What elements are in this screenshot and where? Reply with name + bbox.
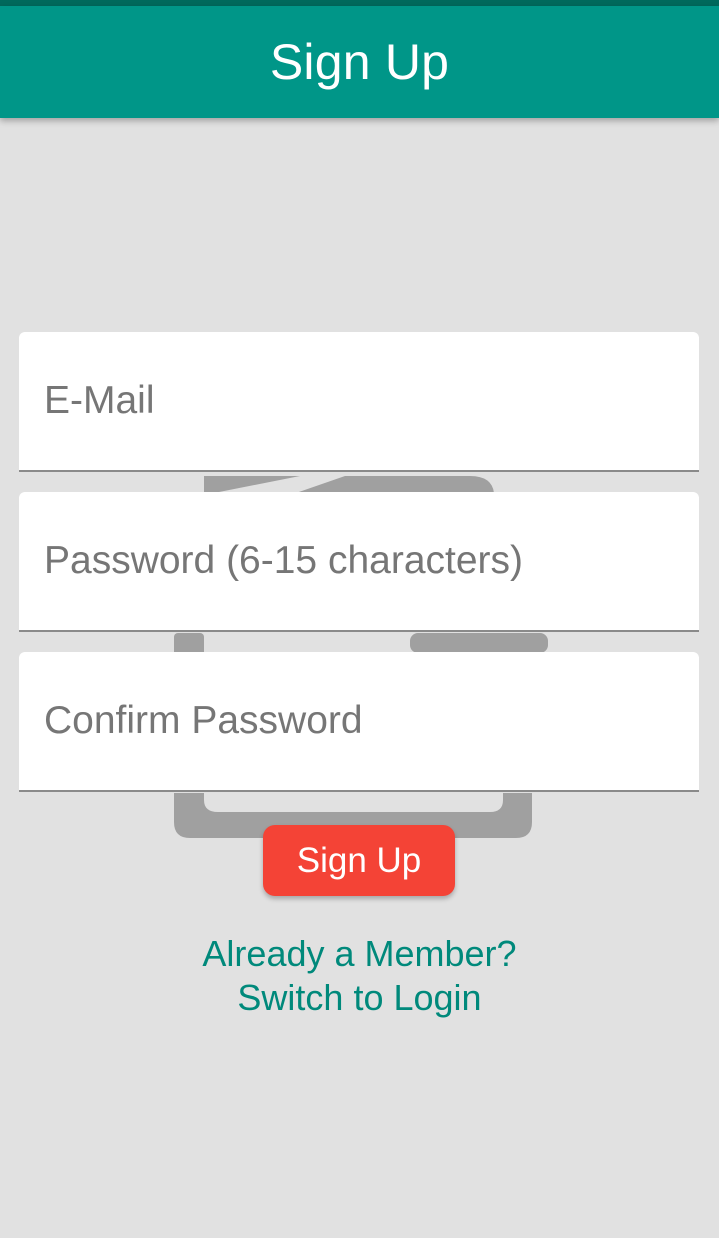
- password-field[interactable]: [19, 492, 699, 632]
- confirm-password-field[interactable]: [19, 652, 699, 792]
- switch-to-login-link[interactable]: Already a Member? Switch to Login: [0, 932, 719, 1020]
- sign-up-button[interactable]: Sign Up: [263, 825, 455, 896]
- app-bar: Sign Up: [0, 6, 719, 118]
- password-input[interactable]: [19, 492, 699, 630]
- already-member-text: Already a Member?: [202, 933, 517, 974]
- confirm-password-input[interactable]: [19, 652, 699, 790]
- page-title: Sign Up: [269, 34, 450, 90]
- email-field[interactable]: [19, 332, 699, 472]
- email-input[interactable]: [19, 332, 699, 470]
- switch-to-login-text: Switch to Login: [237, 977, 482, 1018]
